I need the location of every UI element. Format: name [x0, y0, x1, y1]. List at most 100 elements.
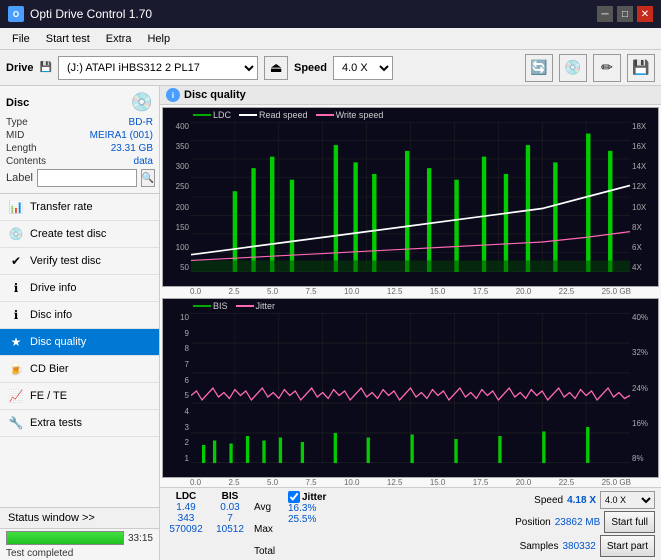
nav-label-disc-quality: Disc quality — [30, 336, 86, 348]
disc-label-input[interactable] — [37, 169, 137, 187]
ldc-max: 343 — [178, 513, 195, 524]
disc-contents-value: data — [134, 156, 153, 167]
bis-header: BIS — [222, 491, 239, 502]
top-chart-y-right: 18X 16X 14X 12X 10X 8X 6X 4X — [630, 122, 658, 272]
speed-row: Speed 4.18 X 4.0 X — [534, 491, 655, 509]
status-window-button[interactable]: Status window >> — [0, 508, 159, 529]
bottom-chart-svg — [191, 313, 630, 463]
disc-quality-icon: ★ — [8, 334, 24, 350]
bottom-chart-x-labels: 0.02.55.07.510.012.515.017.520.022.525.0… — [162, 478, 659, 487]
samples-label: Samples — [520, 541, 559, 552]
drive-icon: 💾 — [40, 62, 52, 73]
refresh-button[interactable]: 🔄 — [525, 54, 553, 82]
jitter-checkbox[interactable] — [288, 491, 300, 503]
position-row: Position 23862 MB Start full — [515, 511, 655, 533]
menu-file[interactable]: File — [4, 31, 38, 47]
disc-label-button[interactable]: 🔍 — [141, 169, 155, 187]
save-button[interactable]: 💾 — [627, 54, 655, 82]
legend-jitter-label: Jitter — [256, 301, 276, 311]
samples-value: 380332 — [562, 541, 595, 552]
disc-quality-title: Disc quality — [184, 89, 246, 101]
verify-test-disc-icon: ✔ — [8, 253, 24, 269]
app-icon: O — [8, 6, 24, 22]
start-full-button[interactable]: Start full — [604, 511, 655, 533]
speed-label: Speed — [534, 495, 563, 506]
app-title: Opti Drive Control 1.70 — [30, 7, 152, 21]
disc-button[interactable]: 💿 — [559, 54, 587, 82]
fe-te-icon: 📈 — [8, 388, 24, 404]
title-bar-controls[interactable]: ─ □ ✕ — [597, 6, 653, 22]
disc-title: Disc — [6, 97, 29, 109]
nav-label-drive-info: Drive info — [30, 282, 76, 294]
menu-extra[interactable]: Extra — [98, 31, 140, 47]
total-label: Total — [254, 546, 275, 557]
nav-item-drive-info[interactable]: ℹ Drive info — [0, 275, 159, 302]
maximize-button[interactable]: □ — [617, 6, 633, 22]
top-chart-legend: LDC Read speed Write speed — [193, 110, 383, 120]
nav-label-extra-tests: Extra tests — [30, 417, 82, 429]
bis-avg: 0.03 — [220, 502, 239, 513]
menu-help[interactable]: Help — [139, 31, 178, 47]
drive-select[interactable]: (J:) ATAPI iHBS312 2 PL17 — [58, 56, 258, 80]
nav-item-create-test-disc[interactable]: 💿 Create test disc — [0, 221, 159, 248]
position-value: 23862 MB — [555, 517, 601, 528]
speed-value: 4.18 X — [567, 495, 596, 506]
bottom-chart-legend: BIS Jitter — [193, 301, 275, 311]
ldc-total: 570092 — [169, 524, 202, 535]
nav-item-extra-tests[interactable]: 🔧 Extra tests — [0, 410, 159, 437]
disc-quality-header: i Disc quality — [160, 86, 661, 105]
jitter-header: Jitter — [302, 492, 326, 503]
menu-start-test[interactable]: Start test — [38, 31, 98, 47]
legend-write-speed: Write speed — [316, 110, 384, 120]
disc-contents-row: Contents data — [6, 156, 153, 167]
speed-select[interactable]: 4.0 X — [600, 491, 655, 509]
extra-tests-icon: 🔧 — [8, 415, 24, 431]
cd-bier-icon: 🍺 — [8, 361, 24, 377]
bottom-chart: BIS Jitter 10 9 8 7 6 5 — [162, 298, 659, 478]
bottom-chart-y-right: 40% 32% 24% 16% 8% — [630, 313, 658, 463]
nav-item-disc-info[interactable]: ℹ Disc info — [0, 302, 159, 329]
start-part-button[interactable]: Start part — [600, 535, 655, 557]
row-labels: Avg Max Total — [254, 491, 284, 557]
transfer-rate-icon: 📊 — [8, 199, 24, 215]
disc-contents-label: Contents — [6, 156, 46, 167]
close-button[interactable]: ✕ — [637, 6, 653, 22]
disc-quality-header-icon: i — [166, 88, 180, 102]
progress-bar — [7, 532, 123, 544]
legend-ldc: LDC — [193, 110, 231, 120]
nav-item-transfer-rate[interactable]: 📊 Transfer rate — [0, 194, 159, 221]
bis-total: 10512 — [216, 524, 244, 535]
minimize-button[interactable]: ─ — [597, 6, 613, 22]
top-chart: LDC Read speed Write speed 400 — [162, 107, 659, 287]
disc-header: Disc 💿 — [6, 92, 153, 113]
nav-item-verify-test-disc[interactable]: ✔ Verify test disc — [0, 248, 159, 275]
max-label: Max — [254, 524, 273, 535]
menu-bar: File Start test Extra Help — [0, 28, 661, 50]
disc-mid-value: MEIRA1 (001) — [90, 130, 153, 141]
status-area: Status window >> 33:15 Test completed — [0, 507, 159, 560]
nav-label-create-test-disc: Create test disc — [30, 228, 106, 240]
nav-item-cd-bier[interactable]: 🍺 CD Bier — [0, 356, 159, 383]
nav-item-fe-te[interactable]: 📈 FE / TE — [0, 383, 159, 410]
legend-bis-label: BIS — [213, 301, 228, 311]
jitter-max: 25.5% — [288, 514, 358, 525]
disc-mid-label: MID — [6, 130, 24, 141]
disc-length-label: Length — [6, 143, 37, 154]
write-button[interactable]: ✏ — [593, 54, 621, 82]
speed-select[interactable]: 4.0 X — [333, 56, 393, 80]
drive-toolbar: Drive 💾 (J:) ATAPI iHBS312 2 PL17 ⏏ Spee… — [0, 50, 661, 86]
eject-button[interactable]: ⏏ — [264, 56, 288, 80]
disc-length-row: Length 23.31 GB — [6, 143, 153, 154]
right-stats: Speed 4.18 X 4.0 X Position 23862 MB Sta… — [515, 491, 655, 557]
status-text: Test completed — [0, 547, 159, 560]
nav-item-disc-quality[interactable]: ★ Disc quality — [0, 329, 159, 356]
nav-list: 📊 Transfer rate 💿 Create test disc ✔ Ver… — [0, 194, 159, 507]
jitter-column: Jitter 16.3% 25.5% — [288, 491, 358, 557]
jitter-check-row: Jitter — [288, 491, 358, 503]
top-chart-x-labels: 0.02.55.07.510.012.515.017.520.022.525.0… — [162, 287, 659, 296]
legend-write-speed-label: Write speed — [336, 110, 384, 120]
content-area: Disc 💿 Type BD-R MID MEIRA1 (001) Length… — [0, 86, 661, 560]
legend-read-speed: Read speed — [239, 110, 308, 120]
nav-label-disc-info: Disc info — [30, 309, 72, 321]
legend-bis: BIS — [193, 301, 228, 311]
